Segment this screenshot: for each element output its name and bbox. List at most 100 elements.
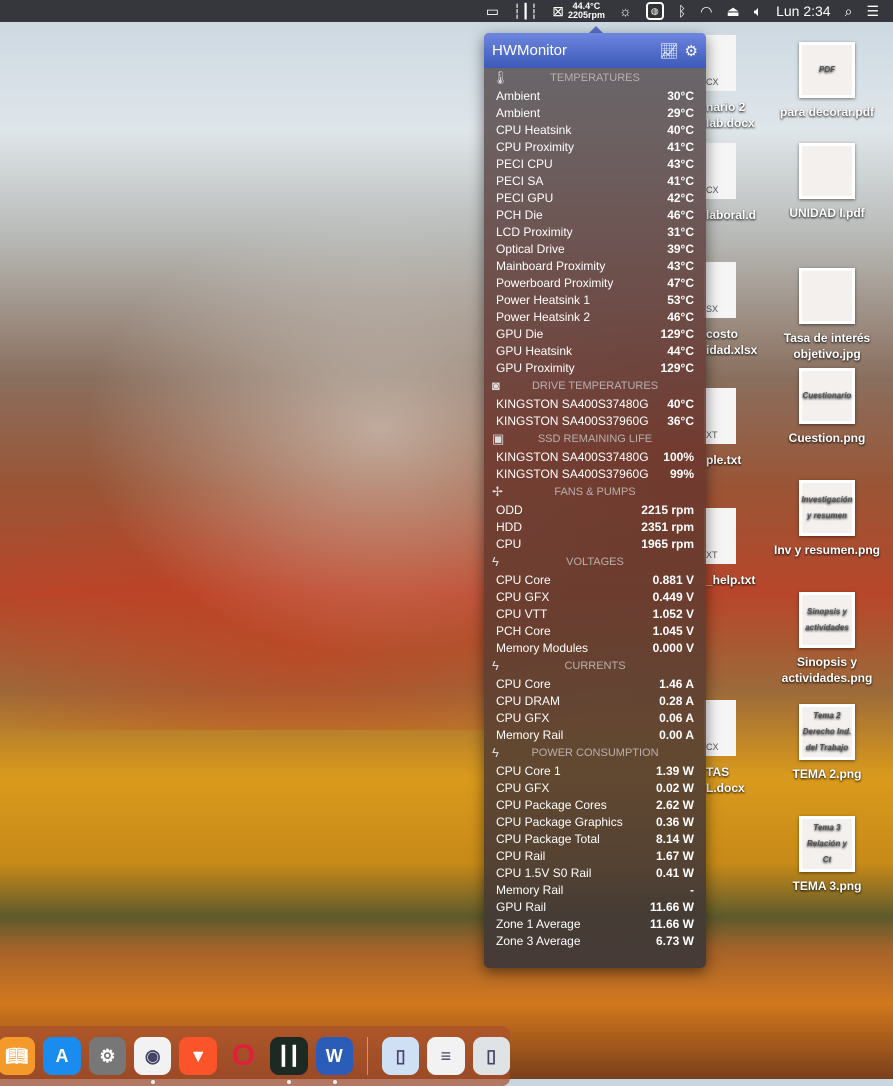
dock-audio-app[interactable]: ┃┃ <box>270 1037 308 1084</box>
volume-icon[interactable]: 🔈︎ <box>754 3 762 20</box>
sensor-value: 0.00 A <box>659 727 694 742</box>
file-thumbnail: Cuestionario <box>799 368 855 424</box>
sensor-value: 1.045 V <box>652 623 694 638</box>
clock[interactable]: Lun 2:34 <box>776 3 831 19</box>
desktop-file[interactable]: Tema 3 Relación y Ct TEMA 3.png <box>767 816 887 894</box>
bluetooth-icon[interactable]: ᛒ <box>678 3 686 19</box>
sensor-name: KINGSTON SA400S37480G <box>496 396 649 411</box>
desktop-file[interactable]: Tasa de interés objetivo.jpg <box>767 268 887 362</box>
sensor-row: Ambient 30°C <box>484 87 706 104</box>
sensor-row: PECI CPU 43°C <box>484 155 706 172</box>
file-label[interactable]: nario 2 lab.docx <box>706 99 766 131</box>
sensor-row: Ambient 29°C <box>484 104 706 121</box>
file-icon[interactable]: CX <box>704 700 736 756</box>
sensor-name: Powerboard Proximity <box>496 275 614 290</box>
hwmonitor-icon[interactable]: ◍ <box>645 2 664 20</box>
file-label: Cuestion.png <box>788 431 866 445</box>
file-icon[interactable]: CX <box>704 143 736 199</box>
desktop-file[interactable]: PDF para decorar.pdf <box>767 42 887 120</box>
sensor-value: 11.66 W <box>649 899 694 914</box>
sensor-value: 2.62 W <box>655 797 694 812</box>
file-icon[interactable]: XT <box>704 508 736 564</box>
sensor-row: LCD Proximity 31°C <box>484 223 706 240</box>
desktop-file[interactable]: Investigación y resumen Inv y resumen.png <box>767 480 887 558</box>
dock-separator <box>366 1037 368 1075</box>
desktop-file[interactable]: Tema 2 Derecho Ind. del Trabajo TEMA 2.pn… <box>767 704 887 782</box>
desktop-file[interactable]: Cuestionario Cuestion.png <box>767 368 887 446</box>
dock-word[interactable]: W <box>315 1037 353 1084</box>
sensor-row: PCH Core 1.045 V <box>484 622 706 639</box>
search-icon[interactable]: ⌕ <box>845 3 853 20</box>
dock-chrome[interactable]: ◉ <box>134 1037 172 1084</box>
sensor-row: CPU GFX 0.06 A <box>484 709 706 726</box>
file-icon[interactable]: SX <box>704 262 736 318</box>
file-label[interactable]: _help.txt <box>706 572 766 588</box>
display-icon[interactable]: ▭ <box>486 3 499 20</box>
sensor-name: CPU 1.5V S0 Rail <box>496 865 592 880</box>
sensor-value: 44°C <box>667 343 694 358</box>
dock-brave[interactable]: ▼ <box>179 1037 217 1075</box>
file-icon[interactable]: XT <box>704 388 736 444</box>
sensor-row: Mainboard Proximity 43°C <box>484 257 706 274</box>
file-label: Sinopsis y actividades.png <box>781 655 873 685</box>
sensor-value: 0.000 V <box>652 640 694 655</box>
sensor-value: 100% <box>663 449 694 464</box>
dock-word-document[interactable]: ≡ <box>427 1037 465 1075</box>
hwmonitor-panel: HWMonitor 📈︎ ⚙ 🌡︎ TEMPERATURES Ambient 30°C… <box>484 33 706 968</box>
sensor-value: 2351 rpm <box>641 519 694 534</box>
sensor-name: Optical Drive <box>496 241 565 256</box>
section-header: ◙ DRIVE TEMPERATURES <box>484 376 706 395</box>
dock-zip-file[interactable]: ▯ <box>381 1037 420 1075</box>
file-thumbnail: Tema 2 Derecho Ind. del Trabajo <box>799 704 855 760</box>
file-thumbnail: Sinopsis y actividades <box>799 592 855 648</box>
dock-system-preferences[interactable]: ⚙ <box>88 1037 127 1075</box>
dock: 📖︎ A ⚙ ◉ ▼ O ┃┃ W ▯ ≡ ▯ <box>0 1026 510 1086</box>
file-label[interactable]: ple.txt <box>706 452 766 468</box>
sensor-name: Mainboard Proximity <box>496 258 606 273</box>
lightning-icon: ϟ <box>492 745 499 760</box>
eject-icon[interactable]: ⏏ <box>726 3 739 20</box>
drive-icon: ◙ <box>492 378 500 393</box>
file-label[interactable]: laboral.d <box>706 207 766 223</box>
file-thumbnail: Tema 3 Relación y Ct <box>799 816 855 872</box>
running-indicator <box>287 1080 292 1084</box>
sensor-value: 42°C <box>667 190 694 205</box>
dock-books[interactable]: 📖︎ <box>0 1037 36 1075</box>
sensor-value: 99% <box>669 466 694 481</box>
fan-status[interactable]: ⊠ 44.4°C 2205rpm <box>552 2 605 20</box>
file-label[interactable]: TAS L.docx <box>706 764 766 796</box>
sensor-row: CPU GFX 0.02 W <box>484 779 706 796</box>
section-header: 🌡︎ TEMPERATURES <box>484 68 706 87</box>
sensor-row: CPU Package Total 8.14 W <box>484 830 706 847</box>
sensor-value: 6.73 W <box>655 933 694 948</box>
file-icon[interactable]: CX <box>704 35 736 91</box>
section-header: ϟ VOLTAGES <box>484 552 706 571</box>
dock-opera[interactable]: O <box>225 1037 262 1075</box>
sensor-row: CPU GFX 0.449 V <box>484 588 706 605</box>
trash-icon: ▯ <box>486 1045 497 1066</box>
sensor-value: 129°C <box>660 326 695 341</box>
list-icon[interactable]: ☰ <box>866 3 879 20</box>
sensor-row: KINGSTON SA400S37480G 40°C <box>484 395 706 412</box>
file-label: TEMA 2.png <box>792 767 862 781</box>
desktop-file[interactable]: UNIDAD I.pdf <box>767 143 887 221</box>
sensor-name: ODD <box>496 502 523 517</box>
desktop-file[interactable]: Sinopsis y actividades Sinopsis y activid… <box>767 592 887 686</box>
file-label: TEMA 3.png <box>792 879 862 893</box>
dock-app-store[interactable]: A <box>43 1037 81 1075</box>
graph-icon[interactable]: 📈︎ <box>660 42 679 60</box>
audio-wave-icon[interactable]: ┆┃┆ <box>513 3 538 20</box>
file-label: Tasa de interés objetivo.jpg <box>783 331 871 361</box>
wifi-icon[interactable]: ◠ <box>700 3 712 20</box>
sensor-value: 0.28 A <box>659 693 694 708</box>
file-label[interactable]: costo idad.xlsx <box>706 326 766 358</box>
brightness-icon[interactable]: ☼ <box>619 3 632 19</box>
sensor-row: CPU Heatsink 40°C <box>484 121 706 138</box>
gear-icon[interactable]: ⚙ <box>685 42 698 60</box>
sensor-row: Memory Modules 0.000 V <box>484 639 706 656</box>
thermometer-icon: 🌡︎ <box>492 69 509 85</box>
sensor-name: CPU Package Cores <box>496 797 607 812</box>
dock-trash[interactable]: ▯ <box>472 1037 510 1075</box>
sensor-name: CPU Package Graphics <box>496 814 623 829</box>
sensor-value: 41°C <box>667 173 694 188</box>
